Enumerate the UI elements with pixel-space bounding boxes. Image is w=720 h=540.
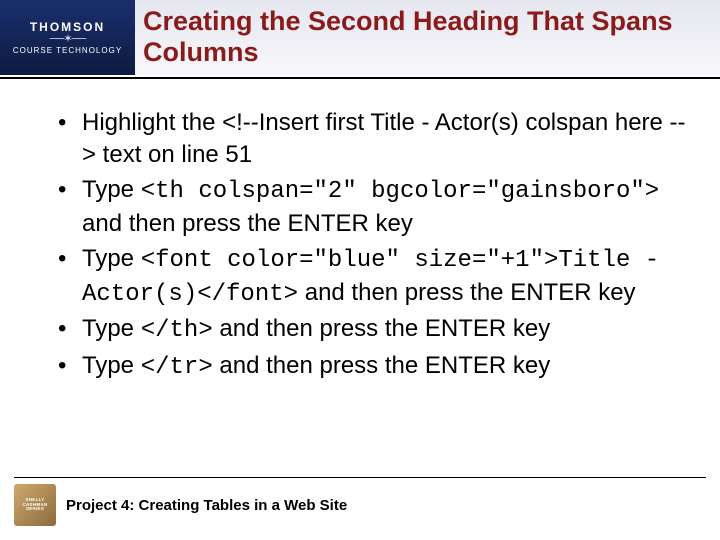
bullet-code: <th colspan="2" bgcolor="gainsboro"> [141, 178, 659, 205]
logo-top-text: THOMSON [30, 20, 105, 34]
series-logo: SHELLY CASHMAN SERIES [14, 484, 56, 526]
list-item: Type <th colspan="2" bgcolor="gainsboro"… [54, 174, 694, 241]
slide-content: Highlight the <!--Insert first Title - A… [0, 79, 720, 384]
bullet-pre: Type [82, 352, 141, 379]
title-container: Creating the Second Heading That Spans C… [135, 0, 720, 75]
list-item: Type </th> and then press the ENTER key [54, 313, 694, 347]
logo-bottom-text: COURSE TECHNOLOGY [13, 46, 122, 55]
bullet-post: and then press the ENTER key [82, 210, 413, 237]
series-logo-line: SERIES [26, 507, 44, 512]
bullet-list: Highlight the <!--Insert first Title - A… [54, 107, 694, 384]
slide-header: THOMSON ──✶── COURSE TECHNOLOGY Creating… [0, 0, 720, 79]
list-item: Type </tr> and then press the ENTER key [54, 350, 694, 384]
slide-title: Creating the Second Heading That Spans C… [143, 6, 720, 68]
list-item: Type <font color="blue" size="+1">Title … [54, 243, 694, 312]
bullet-code: </th> [141, 317, 213, 344]
slide-footer: SHELLY CASHMAN SERIES Project 4: Creatin… [14, 477, 706, 526]
bullet-post: and then press the ENTER key [213, 315, 551, 342]
list-item: Highlight the <!--Insert first Title - A… [54, 107, 694, 172]
bullet-post: and then press the ENTER key [213, 352, 551, 379]
logo-star-divider: ──✶── [50, 34, 85, 44]
publisher-logo: THOMSON ──✶── COURSE TECHNOLOGY [0, 0, 135, 75]
bullet-post: and then press the ENTER key [298, 279, 636, 306]
bullet-pre: Type [82, 245, 141, 272]
bullet-text: Highlight the <!--Insert first Title - A… [82, 109, 686, 168]
bullet-code: </tr> [141, 354, 213, 381]
bullet-pre: Type [82, 315, 141, 342]
footer-text: Project 4: Creating Tables in a Web Site [66, 497, 347, 514]
bullet-pre: Type [82, 176, 141, 203]
